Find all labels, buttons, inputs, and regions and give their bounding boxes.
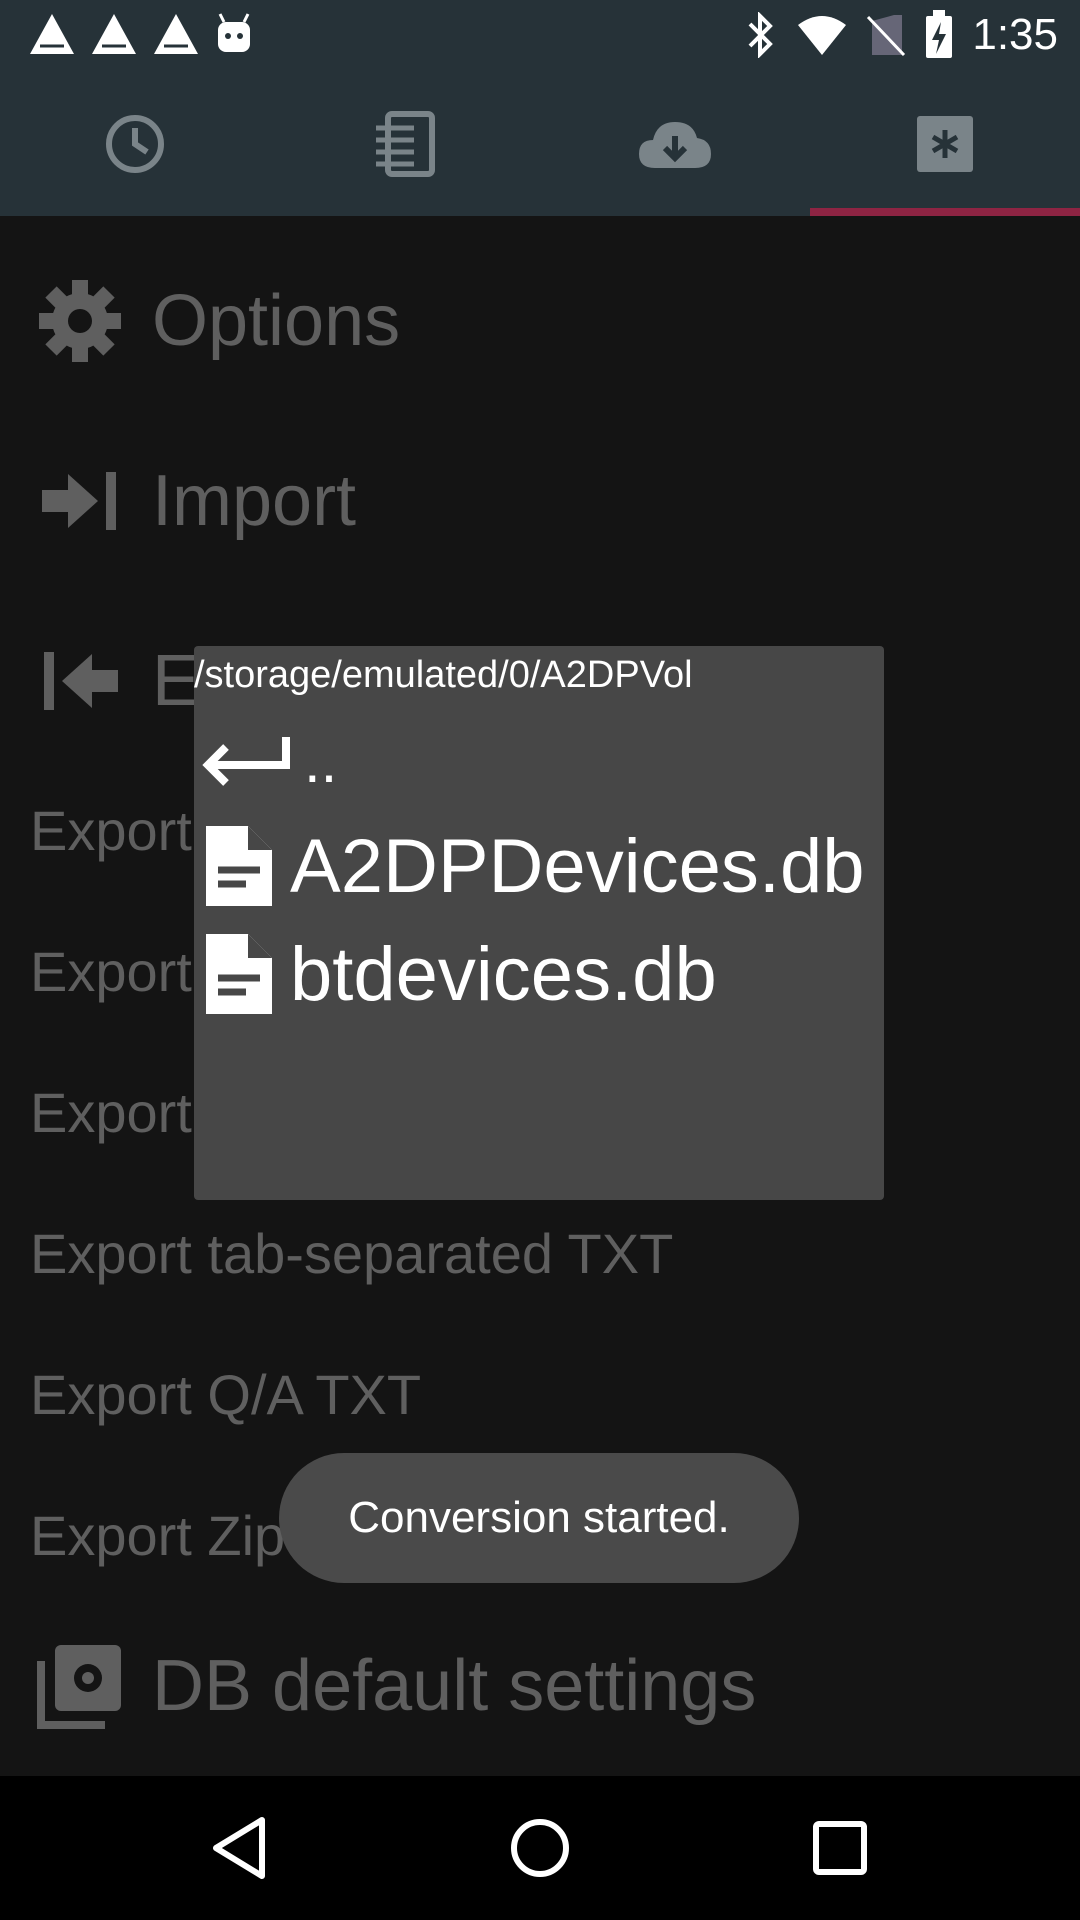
return-arrow-icon (202, 737, 290, 786)
toast-message: Conversion started. (279, 1453, 799, 1583)
export-item-tab-separated[interactable]: Export tab-separated TXT (30, 1221, 673, 1286)
gear-icon (30, 271, 130, 371)
file-document-icon (206, 934, 272, 1014)
tab-list[interactable] (270, 72, 540, 216)
wifi-icon (798, 16, 847, 55)
bluetooth-icon (748, 12, 774, 58)
back-button[interactable] (180, 1776, 300, 1920)
status-bar: 1:35 (0, 0, 1080, 72)
settings-stack-icon (30, 1636, 130, 1736)
file-name-parent: .. (304, 727, 338, 795)
warning-triangle-icon (92, 14, 136, 54)
recents-square-icon (813, 1821, 867, 1875)
file-name-btdevices: btdevices.db (290, 931, 717, 1017)
file-name-a2dpdevices: A2DPDevices.db (290, 823, 865, 909)
export-item-2[interactable]: Export (30, 939, 192, 1004)
list-document-icon (376, 111, 435, 177)
file-document-icon (206, 826, 272, 906)
navigation-bar (0, 1776, 1080, 1920)
export-item-zip[interactable]: Export Zip (30, 1503, 285, 1568)
menu-item-options[interactable]: Options (0, 256, 1080, 386)
tab-settings[interactable] (810, 72, 1080, 216)
warning-triangle-icon (154, 14, 198, 54)
tab-download[interactable] (540, 72, 810, 216)
file-chooser-dialog: /storage/emulated/0/A2DPVol .. A2DPDevic… (194, 646, 884, 1200)
tab-bar (0, 72, 1080, 216)
export-item-1[interactable]: Export (30, 798, 192, 863)
tab-history[interactable] (0, 72, 270, 216)
home-button[interactable] (480, 1776, 600, 1920)
menu-label-import: Import (152, 461, 357, 541)
current-path: /storage/emulated/0/A2DPVol (194, 654, 693, 696)
file-row-parent[interactable]: .. (202, 716, 337, 806)
home-circle-icon (511, 1819, 569, 1877)
file-row-btdevices[interactable]: btdevices.db (202, 924, 717, 1024)
menu-item-db-settings[interactable]: DB default settings (0, 1626, 1080, 1746)
export-item-3[interactable]: Export (30, 1080, 192, 1145)
asterisk-box-icon (917, 116, 973, 172)
android-debug-icon (218, 13, 250, 52)
menu-label-options: Options (152, 281, 401, 361)
recents-button[interactable] (780, 1776, 900, 1920)
menu-label-db-settings: DB default settings (152, 1646, 757, 1726)
no-sim-icon (867, 15, 906, 57)
export-arrow-icon (30, 631, 130, 731)
back-triangle-icon (213, 1817, 265, 1879)
warning-triangle-icon (30, 14, 74, 54)
history-clock-icon (106, 115, 164, 173)
import-arrow-icon (30, 451, 130, 551)
cloud-download-icon (639, 122, 711, 168)
tab-indicator (810, 208, 1080, 216)
battery-charging-icon (926, 10, 953, 58)
export-item-qa-txt[interactable]: Export Q/A TXT (30, 1362, 421, 1427)
menu-item-import[interactable]: Import (0, 436, 1080, 566)
menu-label-export: E (152, 641, 201, 721)
file-row-a2dpdevices[interactable]: A2DPDevices.db (202, 816, 865, 916)
status-time: 1:35 (972, 10, 1058, 59)
